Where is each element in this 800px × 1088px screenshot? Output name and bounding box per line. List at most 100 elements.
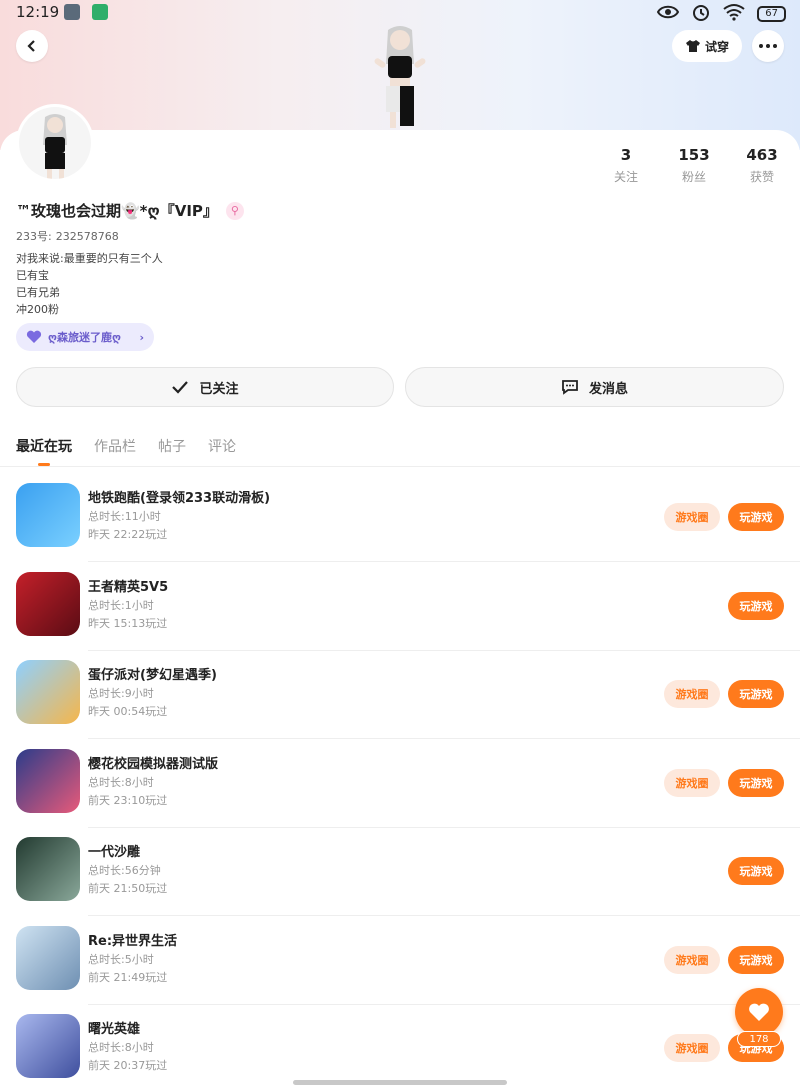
- profile-name: ™玫瑰也会过期👻*ღ『VIP』: [16, 202, 218, 220]
- like-fab-button[interactable]: [735, 988, 783, 1036]
- stat-value: 463: [746, 146, 778, 164]
- user-id-label: 233号:: [16, 230, 52, 243]
- stat-following[interactable]: 3 关注: [596, 146, 656, 185]
- send-message-button[interactable]: 发消息: [405, 367, 784, 407]
- stat-label: 获赞: [749, 170, 774, 184]
- wifi-icon: [723, 3, 745, 25]
- tab-works[interactable]: 作品栏: [94, 436, 136, 466]
- profile-bio: 对我来说:最重要的只有三个人 已有宝 已有兄弟 冲200粉: [16, 250, 163, 318]
- chevron-left-icon: [27, 40, 35, 52]
- game-name: 地铁跑酷(登录领233联动滑板): [88, 491, 271, 506]
- bio-line: 已有宝: [16, 269, 49, 282]
- try-on-label: 试穿: [704, 39, 729, 54]
- followed-label: 已关注: [199, 381, 239, 397]
- play-game-button[interactable]: 玩游戏: [728, 769, 784, 797]
- game-circle-button[interactable]: 游戏圈: [664, 503, 720, 531]
- more-options-button[interactable]: [752, 30, 784, 62]
- chat-bubble-icon: [562, 380, 578, 395]
- game-icon[interactable]: [16, 749, 80, 813]
- game-name: 蛋仔派对(梦幻星遇季): [88, 668, 217, 683]
- game-last-played: 昨天 22:22玩过: [88, 528, 168, 541]
- user-id-value: 232578768: [55, 230, 119, 243]
- bio-line: 对我来说:最重要的只有三个人: [16, 252, 163, 265]
- game-last-played: 前天 21:50玩过: [88, 882, 168, 895]
- game-name: 一代沙雕: [88, 845, 141, 860]
- heart-icon: [749, 1003, 769, 1021]
- tab-posts[interactable]: 帖子: [158, 436, 186, 466]
- game-row[interactable]: 曙光英雄 总时长:8小时 前天 20:37玩过 游戏圈 玩游戏: [0, 1014, 800, 1088]
- stat-fans[interactable]: 153 粉丝: [664, 146, 724, 185]
- followed-button[interactable]: 已关注: [16, 367, 394, 407]
- game-duration: 总时长:5小时: [88, 953, 154, 966]
- row-divider: [88, 827, 800, 828]
- alarm-icon: [691, 2, 711, 26]
- user-avatar[interactable]: [16, 104, 94, 182]
- row-divider: [88, 1004, 800, 1005]
- send-message-label: 发消息: [588, 381, 628, 397]
- home-indicator[interactable]: [293, 1080, 507, 1085]
- game-name: 王者精英5V5: [88, 580, 169, 595]
- game-duration: 总时长:8小时: [88, 776, 154, 789]
- check-icon: [172, 381, 189, 394]
- stat-value: 153: [678, 146, 710, 164]
- game-row[interactable]: Re:异世界生活 总时长:5小时 前天 21:49玩过 游戏圈 玩游戏: [0, 926, 800, 1014]
- game-icon[interactable]: [16, 572, 80, 636]
- eye-icon: [657, 4, 680, 24]
- game-circle-button[interactable]: 游戏圈: [664, 946, 720, 974]
- game-name: Re:异世界生活: [88, 934, 178, 949]
- row-divider: [88, 650, 800, 651]
- game-icon[interactable]: [16, 660, 80, 724]
- game-last-played: 昨天 00:54玩过: [88, 705, 168, 718]
- try-on-button[interactable]: 试穿: [672, 30, 742, 62]
- game-row[interactable]: 地铁跑酷(登录领233联动滑板) 总时长:11小时 昨天 22:22玩过 游戏圈…: [0, 483, 800, 571]
- stat-likes[interactable]: 463 获赞: [732, 146, 792, 185]
- game-duration: 总时长:56分钟: [88, 864, 161, 877]
- stat-label: 粉丝: [681, 170, 706, 184]
- tab-comments[interactable]: 评论: [208, 436, 236, 466]
- game-name: 樱花校园模拟器测试版: [88, 757, 219, 772]
- game-last-played: 前天 21:49玩过: [88, 971, 168, 984]
- play-game-button[interactable]: 玩游戏: [728, 503, 784, 531]
- game-icon[interactable]: [16, 1014, 80, 1078]
- tab-recently-played[interactable]: 最近在玩: [16, 436, 72, 466]
- game-row[interactable]: 樱花校园模拟器测试版 总时长:8小时 前天 23:10玩过 游戏圈 玩游戏: [0, 749, 800, 837]
- game-duration: 总时长:8小时: [88, 1041, 154, 1054]
- game-duration: 总时长:1小时: [88, 599, 154, 612]
- status-bar: 12:19 67: [0, 0, 800, 26]
- game-icon[interactable]: [16, 837, 80, 901]
- bio-line: 已有兄弟: [16, 286, 60, 299]
- app-notification-icon: [92, 4, 108, 20]
- chevron-right-icon: ›: [139, 330, 144, 344]
- bio-line: 冲200粉: [16, 303, 59, 316]
- stat-label: 关注: [613, 170, 638, 184]
- badge-icon[interactable]: ⚲: [225, 201, 244, 220]
- game-row[interactable]: 一代沙雕 总时长:56分钟 前天 21:50玩过 玩游戏: [0, 837, 800, 925]
- avatar-3d-figure: [360, 24, 440, 130]
- back-button[interactable]: [16, 30, 48, 62]
- game-row[interactable]: 蛋仔派对(梦幻星遇季) 总时长:9小时 昨天 00:54玩过 游戏圈 玩游戏: [0, 660, 800, 748]
- game-last-played: 前天 20:37玩过: [88, 1059, 168, 1072]
- game-circle-button[interactable]: 游戏圈: [664, 1034, 720, 1062]
- friend-tag-label: ღ森旅迷了鹿ღ: [48, 331, 121, 344]
- battery-indicator: 67: [757, 6, 786, 22]
- user-id: 233号: 232578768: [16, 228, 119, 244]
- play-game-button[interactable]: 玩游戏: [728, 946, 784, 974]
- play-game-button[interactable]: 玩游戏: [728, 857, 784, 885]
- row-divider: [88, 561, 800, 562]
- game-circle-button[interactable]: 游戏圈: [664, 680, 720, 708]
- game-circle-button[interactable]: 游戏圈: [664, 769, 720, 797]
- game-last-played: 昨天 15:13玩过: [88, 617, 168, 630]
- profile-tabs: 最近在玩 作品栏 帖子 评论: [16, 436, 236, 466]
- game-row[interactable]: 王者精英5V5 总时长:1小时 昨天 15:13玩过 玩游戏: [0, 572, 800, 660]
- like-count-badge: 178: [737, 1031, 781, 1047]
- game-icon[interactable]: [16, 926, 80, 990]
- game-duration: 总时长:11小时: [88, 510, 161, 523]
- game-icon[interactable]: [16, 483, 80, 547]
- friend-tag-chip[interactable]: ღ森旅迷了鹿ღ ›: [16, 323, 154, 351]
- row-divider: [88, 738, 800, 739]
- play-game-button[interactable]: 玩游戏: [728, 592, 784, 620]
- game-last-played: 前天 23:10玩过: [88, 794, 168, 807]
- game-name: 曙光英雄: [88, 1022, 141, 1037]
- play-game-button[interactable]: 玩游戏: [728, 680, 784, 708]
- row-divider: [88, 915, 800, 916]
